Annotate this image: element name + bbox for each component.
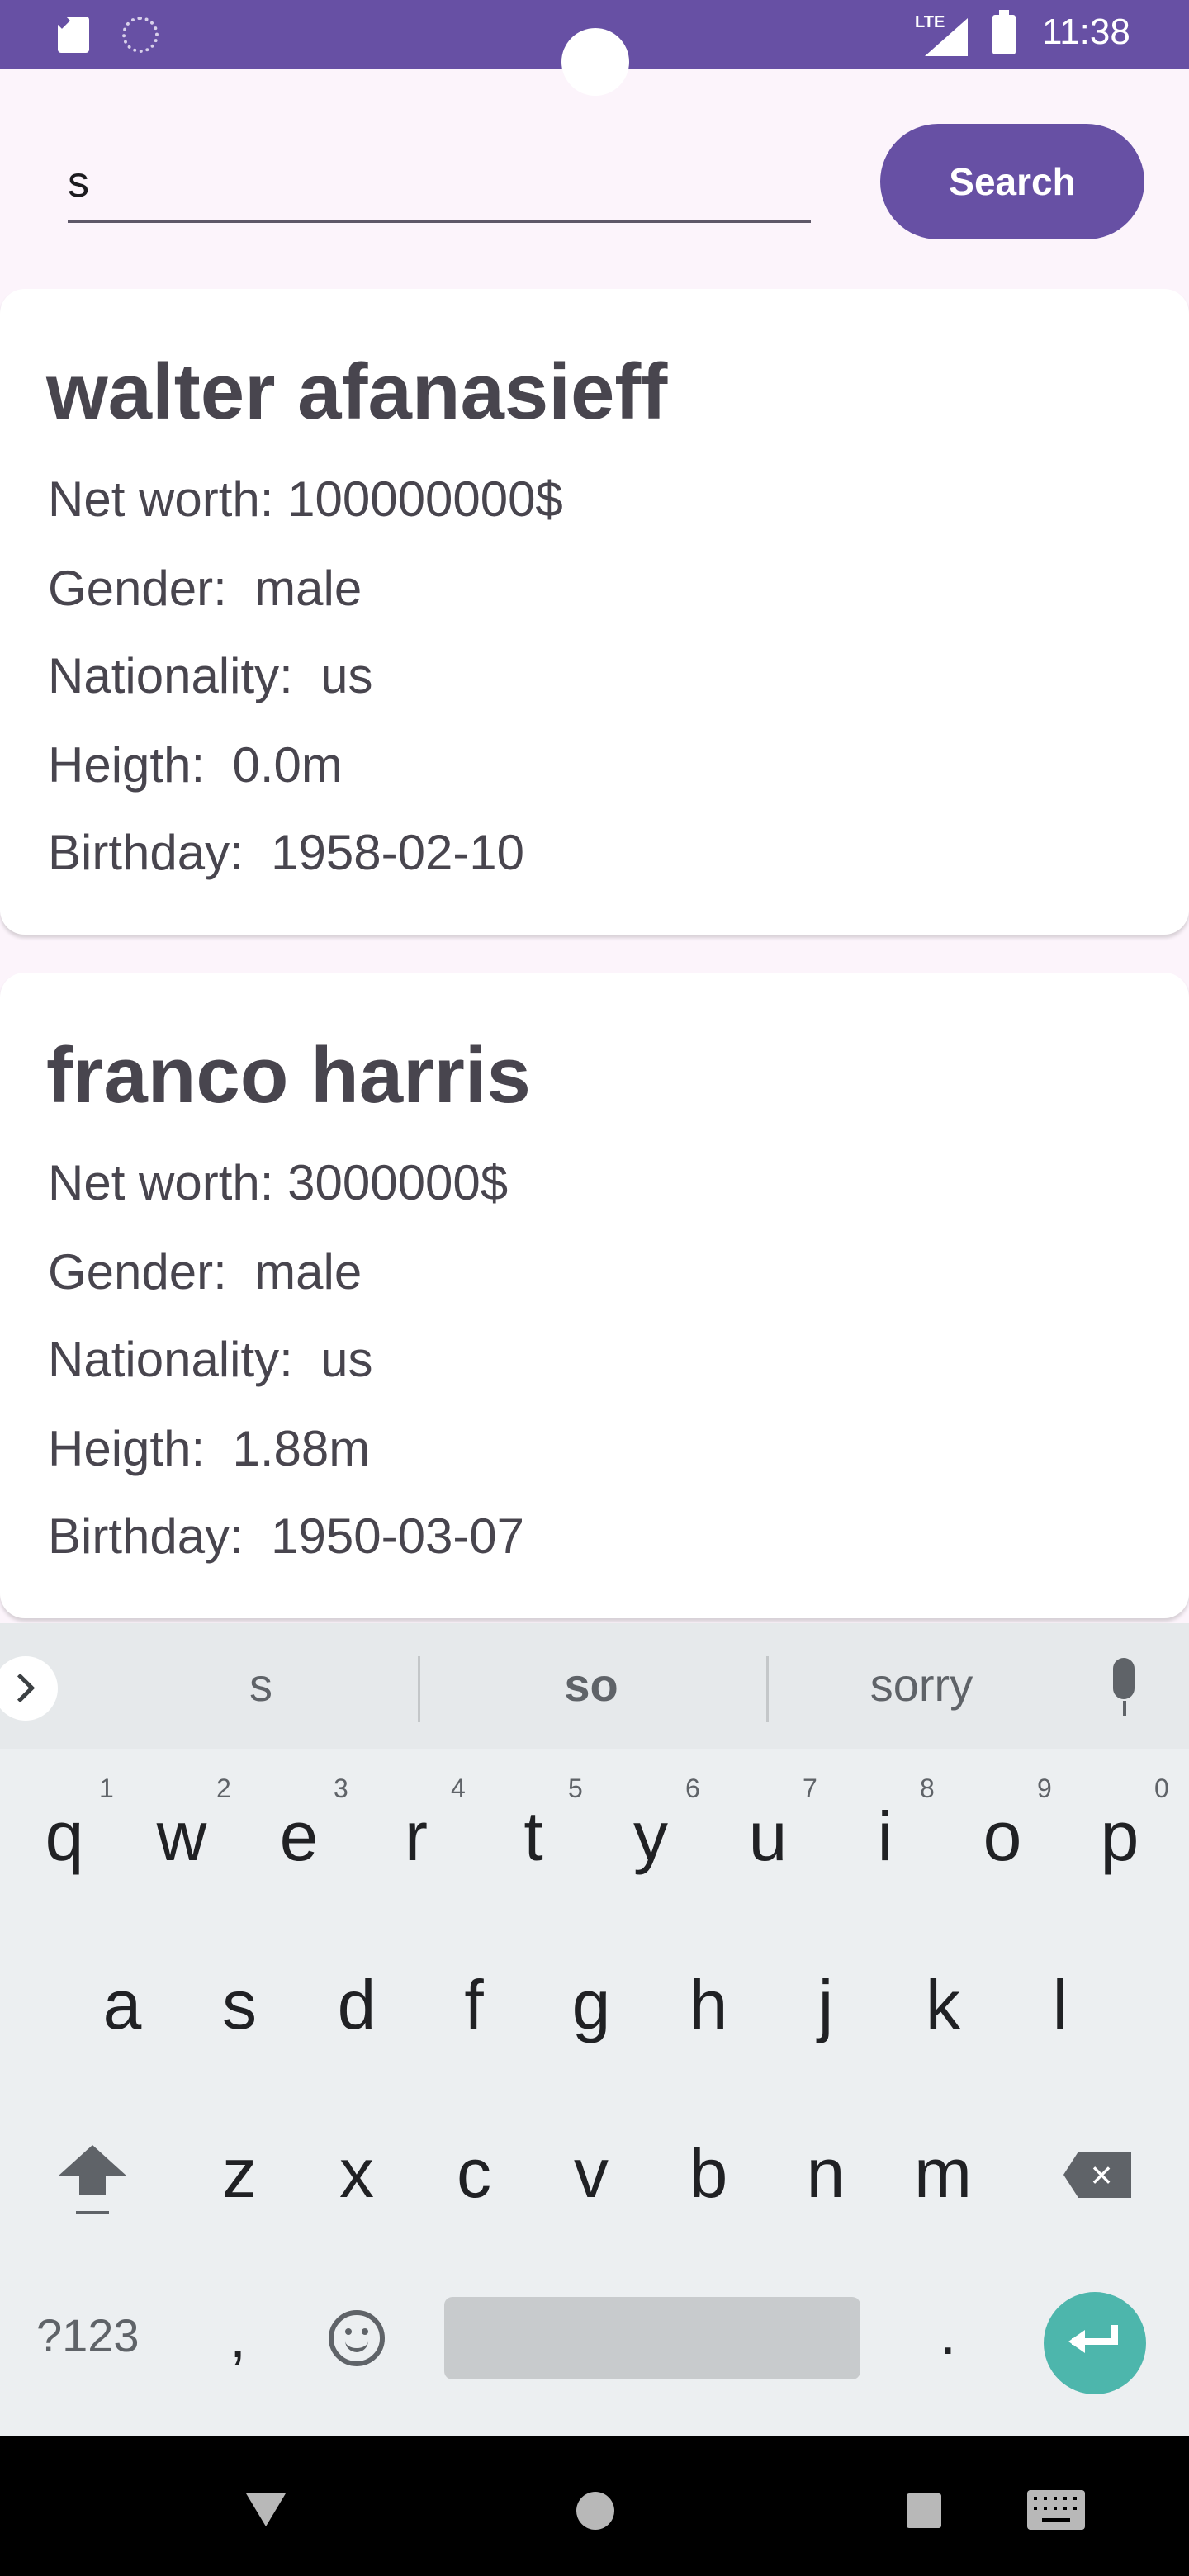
- height-row: Heigth: 0.0m: [48, 737, 343, 793]
- key-n[interactable]: n: [776, 2133, 875, 2214]
- key-hint: 6: [685, 1773, 700, 1803]
- suggestion[interactable]: s: [137, 1658, 385, 1712]
- person-name: franco harris: [46, 1031, 531, 1120]
- key-s[interactable]: s: [190, 1965, 289, 2045]
- sd-card-icon: [58, 17, 89, 53]
- symbols-key[interactable]: ?123: [36, 2308, 140, 2362]
- key-hint: 7: [803, 1773, 817, 1803]
- key-q[interactable]: q: [15, 1797, 114, 1877]
- microphone-icon[interactable]: [1113, 1658, 1135, 1716]
- search-input[interactable]: [68, 145, 811, 223]
- keyboard: s so sorry × ?123 , . qwertyuiop 1 2 3 4 5 6 7 8…: [0, 1623, 1189, 2436]
- key-hint: 1: [99, 1773, 114, 1803]
- keyboard-switch-icon[interactable]: [1027, 2490, 1085, 2530]
- key-y[interactable]: y: [601, 1797, 700, 1877]
- recents-icon[interactable]: [907, 2493, 941, 2528]
- signal-icon: [925, 18, 968, 56]
- comma-key[interactable]: ,: [230, 2304, 246, 2371]
- key-e[interactable]: e: [249, 1797, 348, 1877]
- key-hint: 4: [451, 1773, 466, 1803]
- key-hint: 9: [1037, 1773, 1052, 1803]
- key-k[interactable]: k: [893, 1965, 992, 2045]
- key-hint: 8: [920, 1773, 935, 1803]
- key-w[interactable]: w: [132, 1797, 231, 1877]
- key-g[interactable]: g: [542, 1965, 641, 2045]
- key-c[interactable]: c: [424, 2133, 523, 2214]
- space-key[interactable]: [444, 2297, 860, 2379]
- net-worth-row: Net worth: 100000000$: [48, 471, 563, 527]
- key-t[interactable]: t: [484, 1797, 583, 1877]
- key-z[interactable]: z: [190, 2133, 289, 2214]
- sync-icon: [122, 17, 159, 53]
- key-hint: 3: [334, 1773, 348, 1803]
- divider: [418, 1656, 420, 1722]
- suggestion-strip: s so sorry: [0, 1623, 1189, 1749]
- camera-cutout: [561, 28, 629, 96]
- suggestion[interactable]: sorry: [798, 1658, 1045, 1712]
- key-r[interactable]: r: [367, 1797, 466, 1877]
- key-d[interactable]: d: [307, 1965, 406, 2045]
- height-row: Heigth: 1.88m: [48, 1421, 371, 1476]
- emoji-icon[interactable]: [329, 2310, 385, 2366]
- suggestion[interactable]: so: [467, 1658, 715, 1712]
- shift-icon[interactable]: [58, 2145, 127, 2214]
- key-h[interactable]: h: [659, 1965, 758, 2045]
- key-hint: 0: [1154, 1773, 1169, 1803]
- chevron-right-icon[interactable]: [0, 1656, 58, 1721]
- search-button[interactable]: Search: [880, 124, 1144, 239]
- net-worth-row: Net worth: 3000000$: [48, 1155, 509, 1210]
- key-j[interactable]: j: [776, 1965, 875, 2045]
- battery-icon: [992, 10, 1016, 54]
- navigation-bar: [0, 2436, 1189, 2576]
- result-card[interactable]: franco harris Net worth: 3000000$ Gender…: [0, 973, 1189, 1618]
- backspace-icon[interactable]: ×: [1063, 2152, 1131, 2198]
- divider: [766, 1656, 769, 1722]
- gender-row: Gender: male: [48, 561, 362, 616]
- key-b[interactable]: b: [659, 2133, 758, 2214]
- back-icon[interactable]: [246, 2493, 286, 2526]
- key-l[interactable]: l: [1011, 1965, 1110, 2045]
- key-m[interactable]: m: [893, 2133, 992, 2214]
- key-v[interactable]: v: [542, 2133, 641, 2214]
- key-a[interactable]: a: [73, 1965, 172, 2045]
- status-clock: 11:38: [1042, 12, 1130, 52]
- person-name: walter afanasieff: [46, 348, 668, 436]
- result-card[interactable]: walter afanasieff Net worth: 100000000$ …: [0, 289, 1189, 935]
- key-x[interactable]: x: [307, 2133, 406, 2214]
- key-hint: 2: [216, 1773, 231, 1803]
- gender-row: Gender: male: [48, 1244, 362, 1300]
- key-p[interactable]: p: [1070, 1797, 1169, 1877]
- period-key[interactable]: .: [940, 2300, 956, 2368]
- key-u[interactable]: u: [718, 1797, 817, 1877]
- enter-arrow-icon: [1068, 2330, 1085, 2353]
- enter-key[interactable]: [1044, 2292, 1146, 2394]
- birthday-row: Birthday: 1950-03-07: [48, 1508, 525, 1564]
- nationality-row: Nationality: us: [48, 648, 373, 703]
- key-f[interactable]: f: [424, 1965, 523, 2045]
- key-hint: 5: [568, 1773, 583, 1803]
- key-i[interactable]: i: [836, 1797, 935, 1877]
- nationality-row: Nationality: us: [48, 1332, 373, 1387]
- birthday-row: Birthday: 1958-02-10: [48, 825, 525, 880]
- key-o[interactable]: o: [953, 1797, 1052, 1877]
- home-icon[interactable]: [576, 2492, 614, 2530]
